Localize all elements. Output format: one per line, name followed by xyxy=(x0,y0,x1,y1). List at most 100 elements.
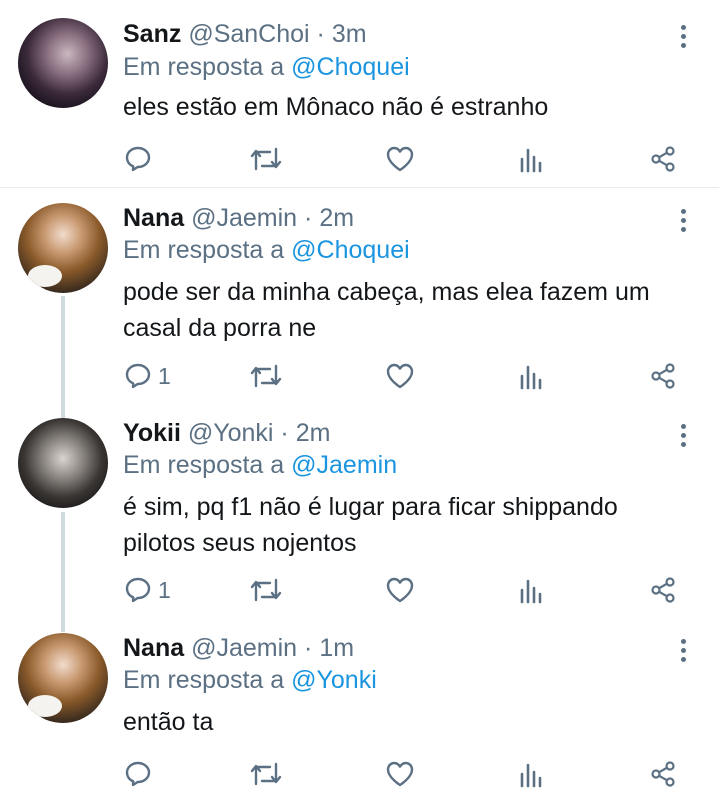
user-handle[interactable]: @Jaemin xyxy=(191,634,297,662)
like-icon xyxy=(386,363,414,389)
avatar[interactable] xyxy=(18,18,108,108)
timestamp[interactable]: 1m xyxy=(319,634,354,662)
analytics-icon xyxy=(520,148,542,173)
retweet-button[interactable] xyxy=(249,144,283,174)
like-button[interactable] xyxy=(385,575,415,605)
user-handle[interactable]: @SanChoi xyxy=(188,20,309,48)
retweet-icon xyxy=(250,762,282,786)
reply-icon xyxy=(125,761,151,787)
retweet-icon xyxy=(250,578,282,602)
display-name[interactable]: Nana xyxy=(123,634,184,662)
reply-context: Em resposta a @Jaemin xyxy=(123,450,397,480)
user-handle[interactable]: @Yonki xyxy=(188,419,274,447)
retweet-button[interactable] xyxy=(249,361,283,391)
reply-button[interactable]: 1 xyxy=(124,361,171,391)
share-icon xyxy=(651,761,675,787)
tweet-text: é sim, pq f1 não é lugar para ficar ship… xyxy=(123,489,703,561)
tweet-text: pode ser da minha cabeça, mas elea fazem… xyxy=(123,274,703,346)
avatar[interactable] xyxy=(18,418,108,508)
share-icon xyxy=(651,146,675,172)
reply-prefix: Em resposta a xyxy=(123,451,285,479)
analytics-button[interactable] xyxy=(519,144,545,174)
tweet-header: Nana @Jaemin · 2m xyxy=(123,203,354,233)
tweet-header: Yokii @Yonki · 2m xyxy=(123,418,330,448)
more-icon[interactable] xyxy=(676,639,690,665)
analytics-icon xyxy=(520,579,542,604)
display-name[interactable]: Yokii xyxy=(123,419,181,447)
reply-mention[interactable]: @Choquei xyxy=(291,53,410,81)
avatar[interactable] xyxy=(18,203,108,293)
share-button[interactable] xyxy=(649,144,677,174)
action-bar: 1 xyxy=(0,575,719,605)
like-button[interactable] xyxy=(385,759,415,789)
reply-icon xyxy=(125,146,151,172)
tweet-header: Sanz @SanChoi · 3m xyxy=(123,19,367,49)
reply-prefix: Em resposta a xyxy=(123,666,285,694)
tweet-text-line: casal da porra ne xyxy=(123,314,317,342)
analytics-icon xyxy=(520,365,542,390)
reply-prefix: Em resposta a xyxy=(123,53,285,81)
tweet-text-line: pilotos seus nojentos xyxy=(123,529,357,557)
share-icon xyxy=(651,577,675,603)
tweet-header: Nana @Jaemin · 1m xyxy=(123,633,354,663)
share-button[interactable] xyxy=(649,575,677,605)
analytics-button[interactable] xyxy=(519,575,545,605)
tweet-text-line: eles estão em Mônaco não é estranho xyxy=(123,93,549,121)
like-icon xyxy=(386,577,414,603)
action-bar: 1 xyxy=(0,361,719,391)
timestamp[interactable]: 2m xyxy=(296,419,331,447)
separator-dot: · xyxy=(304,634,313,662)
retweet-button[interactable] xyxy=(249,575,283,605)
reply-mention[interactable]: @Yonki xyxy=(291,666,377,694)
tweet-text-line: pode ser da minha cabeça, mas elea fazem… xyxy=(123,278,650,306)
timestamp[interactable]: 3m xyxy=(332,20,367,48)
reply-icon xyxy=(125,363,151,389)
tweet-text-line: então ta xyxy=(123,708,214,736)
action-bar xyxy=(0,759,719,789)
analytics-icon xyxy=(520,763,542,788)
display-name[interactable]: Sanz xyxy=(123,20,181,48)
share-button[interactable] xyxy=(649,361,677,391)
share-button[interactable] xyxy=(649,759,677,789)
more-icon[interactable] xyxy=(676,25,690,51)
reply-context: Em resposta a @Choquei xyxy=(123,235,410,265)
more-icon[interactable] xyxy=(676,209,690,235)
retweet-button[interactable] xyxy=(249,759,283,789)
separator-dot: · xyxy=(304,204,313,232)
share-icon xyxy=(651,363,675,389)
reply-prefix: Em resposta a xyxy=(123,236,285,264)
reply-button[interactable]: 1 xyxy=(124,575,171,605)
analytics-button[interactable] xyxy=(519,759,545,789)
separator-dot: · xyxy=(316,20,325,48)
tweet[interactable]: Yokii @Yonki · 2m Em resposta a @Jaemin … xyxy=(0,403,719,617)
retweet-icon xyxy=(250,364,282,388)
display-name[interactable]: Nana xyxy=(123,204,184,232)
reply-mention[interactable]: @Choquei xyxy=(291,236,410,264)
analytics-button[interactable] xyxy=(519,361,545,391)
reply-button[interactable] xyxy=(124,759,158,789)
avatar[interactable] xyxy=(18,633,108,723)
reply-button[interactable] xyxy=(124,144,158,174)
tweet-text: então ta xyxy=(123,704,703,740)
tweet[interactable]: Nana @Jaemin · 1m Em resposta a @Yonki e… xyxy=(0,618,719,797)
action-bar xyxy=(0,144,719,174)
reply-context: Em resposta a @Choquei xyxy=(123,52,410,82)
like-button[interactable] xyxy=(385,361,415,391)
tweet-text-line: é sim, pq f1 não é lugar para ficar ship… xyxy=(123,493,618,521)
reply-mention[interactable]: @Jaemin xyxy=(291,451,397,479)
timestamp[interactable]: 2m xyxy=(319,204,354,232)
like-button[interactable] xyxy=(385,144,415,174)
like-icon xyxy=(386,146,414,172)
tweet-text: eles estão em Mônaco não é estranho xyxy=(123,89,703,125)
reply-context: Em resposta a @Yonki xyxy=(123,665,377,695)
like-icon xyxy=(386,761,414,787)
user-handle[interactable]: @Jaemin xyxy=(191,204,297,232)
reply-icon xyxy=(125,577,151,603)
more-icon[interactable] xyxy=(676,424,690,450)
retweet-icon xyxy=(250,147,282,171)
separator-dot: · xyxy=(280,419,289,447)
tweet[interactable]: Nana @Jaemin · 2m Em resposta a @Choquei… xyxy=(0,188,719,402)
reply-count: 1 xyxy=(158,362,171,389)
tweet[interactable]: Sanz @SanChoi · 3m Em resposta a @Choque… xyxy=(0,0,719,187)
reply-count: 1 xyxy=(158,576,171,603)
